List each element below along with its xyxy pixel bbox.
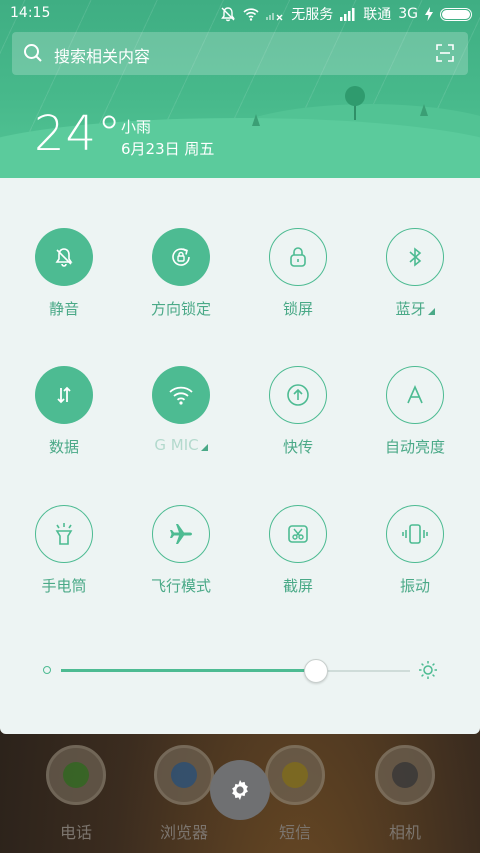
no-service-label: 无服务 (291, 7, 334, 23)
phone-icon (46, 745, 106, 805)
toggle-quick-transfer[interactable]: 快传 (243, 366, 353, 457)
wifi-icon (169, 386, 193, 405)
status-icons: 无服务 联通 3G (220, 4, 472, 24)
weather-date: 6月23日 周五 (121, 140, 215, 158)
wifi-status-icon (243, 8, 259, 21)
lock-icon (290, 247, 306, 267)
data-icon (57, 386, 71, 404)
weather-header: 14:15 无服务 联通 3G 搜索相关内容 24° 小雨 6月23日 周五 (0, 0, 480, 178)
toggle-label: 静音 (48, 300, 79, 318)
dock-app-camera[interactable]: 相机 (365, 745, 445, 843)
toggle-wifi[interactable]: G MIC (126, 366, 236, 454)
tree-icon (345, 86, 365, 120)
toggle-label: 数据 (48, 438, 79, 456)
toggle-vibrate[interactable]: 振动 (360, 505, 470, 596)
brightness-high-icon (419, 661, 437, 679)
dock-app-label: 电话 (59, 823, 92, 842)
toggle-circle[interactable] (35, 228, 93, 286)
toggle-auto-brightness[interactable]: 自动亮度 (360, 366, 470, 457)
scan-icon[interactable] (436, 44, 454, 62)
carrier-label: 联通 (363, 7, 392, 23)
bluetooth-icon (409, 247, 422, 267)
auto-brightness-icon (407, 385, 423, 404)
no-signal-icon (266, 13, 283, 21)
toggle-label: 振动 (399, 577, 430, 595)
tree-icon (252, 114, 260, 126)
gear-icon (232, 780, 248, 800)
vibrate-icon (402, 524, 428, 544)
toggle-circle[interactable] (35, 505, 93, 563)
flashlight-icon (55, 523, 73, 545)
charging-icon (425, 7, 433, 21)
brightness-slider[interactable] (40, 658, 440, 683)
transfer-icon (287, 384, 309, 406)
toggle-circle[interactable] (269, 366, 327, 424)
mute-icon (55, 248, 73, 267)
slider-fill (61, 669, 316, 672)
toggle-label: 方向锁定 (150, 300, 211, 318)
signal-icon (340, 8, 355, 21)
toggle-label: 手电筒 (41, 577, 87, 595)
toggle-label: G MIC (126, 436, 236, 454)
toggle-bluetooth[interactable]: 蓝牙 (360, 228, 470, 319)
messages-icon (265, 745, 325, 805)
rotation-lock-icon (172, 248, 190, 266)
status-bar: 14:15 无服务 联通 3G (0, 0, 480, 28)
toggle-label: 快传 (282, 438, 313, 456)
search-placeholder: 搜索相关内容 (54, 47, 151, 66)
toggle-label: 锁屏 (282, 300, 313, 318)
expand-indicator-icon (427, 308, 435, 315)
dock-app-label: 浏览器 (159, 823, 208, 842)
search-bar[interactable]: 搜索相关内容 (12, 32, 468, 75)
temperature: 24° (34, 106, 123, 162)
weather-condition: 小雨 (121, 118, 152, 136)
toggle-circle[interactable] (386, 228, 444, 286)
battery-icon (440, 7, 472, 21)
toggle-label: 截屏 (282, 577, 313, 595)
expand-indicator-icon (200, 444, 208, 451)
toggle-label: 蓝牙 (360, 298, 470, 319)
tree-icon (420, 104, 428, 116)
dock-app-label: 相机 (388, 823, 421, 842)
toggle-flashlight[interactable]: 手电筒 (9, 505, 119, 596)
toggle-circle[interactable] (269, 228, 327, 286)
toggle-rotation-lock[interactable]: 方向锁定 (126, 228, 236, 319)
browser-icon (154, 745, 214, 805)
toggle-screenshot[interactable]: 截屏 (243, 505, 353, 596)
toggle-data[interactable]: 数据 (9, 366, 119, 457)
slider-knob[interactable] (303, 659, 328, 683)
toggle-circle[interactable] (152, 228, 210, 286)
camera-icon (375, 745, 435, 805)
toggle-mute[interactable]: 静音 (9, 228, 119, 319)
toggle-circle[interactable] (152, 505, 210, 563)
toggle-circle[interactable] (35, 366, 93, 424)
toggle-circle[interactable] (386, 366, 444, 424)
dock-app-label: 短信 (278, 823, 311, 842)
mute-status-icon (221, 7, 236, 22)
toggle-airplane-mode[interactable]: 飞行模式 (126, 505, 236, 596)
dock-app-phone[interactable]: 电话 (36, 745, 116, 843)
clock: 14:15 (10, 5, 51, 21)
toggle-lock-screen[interactable]: 锁屏 (243, 228, 353, 319)
toggle-circle[interactable] (152, 366, 210, 424)
airplane-icon (170, 524, 192, 544)
toggle-label: 飞行模式 (150, 577, 211, 595)
brightness-low-icon (43, 666, 51, 674)
screenshot-icon (288, 525, 308, 543)
network-type-label: 3G (398, 6, 418, 22)
toggle-circle[interactable] (386, 505, 444, 563)
quick-settings-panel: 静音 方向锁定 锁屏 蓝牙 数据 G MIC 快传 自动亮度 手电筒 飞行模式 … (0, 178, 480, 734)
search-icon (24, 44, 42, 62)
toggle-circle[interactable] (269, 505, 327, 563)
settings-button[interactable] (210, 760, 270, 820)
toggle-label: 自动亮度 (384, 438, 445, 456)
